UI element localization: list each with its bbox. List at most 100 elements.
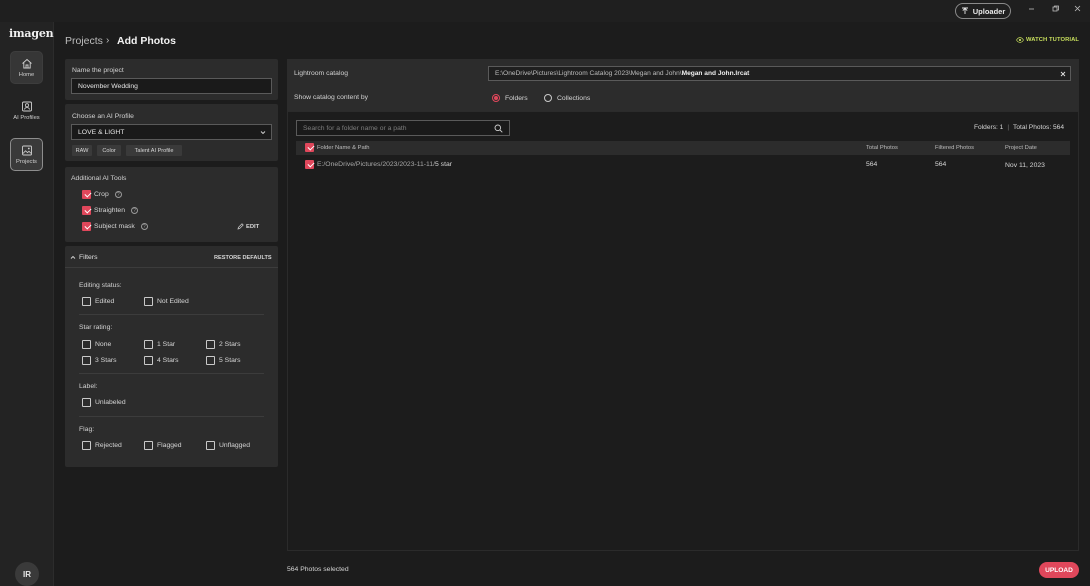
subject-mask-label: Subject mask (94, 223, 135, 230)
star-5-label: 5 Stars (219, 357, 241, 364)
rail-item-ai-profiles-label: AI Profiles (13, 114, 40, 121)
column-project-date[interactable]: Project Date (1005, 145, 1037, 151)
filter-star-4[interactable]: 4 Stars (144, 356, 179, 365)
flag-filter-label: Flag: (79, 426, 95, 433)
unlabeled-label: Unlabeled (95, 399, 126, 406)
filter-flagged[interactable]: Flagged (144, 441, 182, 450)
row-total-photos: 564 (866, 161, 878, 168)
tool-crop[interactable]: Crop ? (82, 190, 122, 199)
close-icon[interactable] (1060, 71, 1066, 77)
watch-tutorial-link[interactable]: WATCH TUTORIAL (1016, 37, 1079, 43)
project-name-input[interactable]: November Wedding (71, 78, 272, 94)
filter-unflagged[interactable]: Unflagged (206, 441, 250, 450)
crop-checkbox[interactable] (82, 190, 91, 199)
catalog-path-field[interactable]: E:\OneDrive\Pictures\Lightroom Catalog 2… (488, 66, 1071, 81)
restore-button[interactable] (1046, 1, 1064, 15)
divider (65, 267, 278, 268)
ai-profile-label: Choose an AI Profile (72, 113, 134, 120)
unflagged-checkbox[interactable] (206, 441, 215, 450)
collections-radio[interactable] (544, 94, 552, 102)
star-5-checkbox[interactable] (206, 356, 215, 365)
flagged-checkbox[interactable] (144, 441, 153, 450)
row-path-name: 5 star (435, 161, 453, 168)
breadcrumb-projects[interactable]: Projects (65, 35, 103, 47)
star-4-checkbox[interactable] (144, 356, 153, 365)
folders-panel (287, 111, 1079, 551)
edit-subject-mask-button[interactable]: EDIT (237, 223, 259, 230)
help-icon[interactable]: ? (130, 207, 138, 214)
project-name-label: Name the project (72, 67, 124, 74)
unlabeled-checkbox[interactable] (82, 398, 91, 407)
star-none-label: None (95, 341, 112, 348)
filters-toggle[interactable]: Filters (70, 254, 98, 261)
uploader-button[interactable]: Uploader (955, 3, 1011, 19)
minimize-icon (1028, 8, 1034, 9)
tool-subject-mask[interactable]: Subject mask ? (82, 222, 148, 231)
filter-star-3[interactable]: 3 Stars (82, 356, 117, 365)
folder-search-input[interactable]: Search for a folder name or a path (296, 120, 510, 136)
folders-radio[interactable] (492, 94, 500, 102)
ai-tools-title: Additional AI Tools (71, 175, 127, 182)
unflagged-label: Unflagged (219, 442, 250, 449)
help-icon[interactable]: ? (140, 223, 148, 230)
filter-not-edited[interactable]: Not Edited (144, 297, 189, 306)
restore-defaults-button[interactable]: RESTORE DEFAULTS (214, 255, 272, 261)
close-button[interactable] (1068, 1, 1086, 15)
watch-tutorial-label: WATCH TUTORIAL (1026, 37, 1080, 43)
subject-mask-checkbox[interactable] (82, 222, 91, 231)
upload-button[interactable]: UPLOAD (1039, 562, 1079, 578)
chip-talent-ai-profile: Talent AI Profile (126, 145, 182, 156)
search-icon[interactable] (494, 124, 503, 133)
folders-count: Folders: 1 (974, 124, 1004, 131)
rail-item-ai-profiles[interactable]: AI Profiles (10, 94, 43, 127)
column-total-photos[interactable]: Total Photos (866, 145, 898, 151)
star-1-checkbox[interactable] (144, 340, 153, 349)
ai-profile-select[interactable]: LOVE & LIGHT (71, 124, 272, 140)
avatar[interactable]: IR (15, 562, 39, 586)
title-bar (0, 0, 1090, 22)
row-checkbox[interactable] (305, 160, 314, 169)
straighten-checkbox[interactable] (82, 206, 91, 215)
editing-status-label: Editing status: (79, 282, 122, 289)
chip-color: Color (97, 145, 121, 156)
column-folder-name[interactable]: Folder Name & Path (317, 145, 370, 151)
radio-folders[interactable]: Folders (492, 94, 528, 102)
total-photos-count: Total Photos: 564 (1013, 124, 1064, 131)
chip-raw: RAW (72, 145, 92, 156)
star-2-checkbox[interactable] (206, 340, 215, 349)
breadcrumb-separator: › (106, 35, 110, 46)
tool-straighten[interactable]: Straighten ? (82, 206, 138, 215)
pencil-icon (237, 223, 244, 230)
catalog-path-file: Megan and John.lrcat (681, 70, 750, 77)
restore-icon (1052, 5, 1059, 11)
divider (79, 314, 264, 315)
filter-star-2[interactable]: 2 Stars (206, 340, 241, 349)
not-edited-checkbox[interactable] (144, 297, 153, 306)
close-icon (1074, 5, 1080, 11)
filter-rejected[interactable]: Rejected (82, 441, 122, 450)
label-filter-label: Label: (79, 383, 98, 390)
filter-star-1[interactable]: 1 Star (144, 340, 175, 349)
star-3-checkbox[interactable] (82, 356, 91, 365)
rail-item-projects[interactable]: Projects (10, 138, 43, 171)
rail-item-home[interactable]: Home (10, 51, 43, 84)
edit-label: EDIT (246, 223, 260, 230)
edited-checkbox[interactable] (82, 297, 91, 306)
divider (79, 416, 264, 417)
filter-star-5[interactable]: 5 Stars (206, 356, 241, 365)
flagged-label: Flagged (157, 442, 182, 449)
ai-profiles-icon (21, 101, 32, 111)
minimize-button[interactable] (1022, 1, 1040, 15)
row-path-prefix: E:/OneDrive/Pictures/2023/2023-11-11/ (317, 161, 436, 168)
rejected-checkbox[interactable] (82, 441, 91, 450)
filter-star-none[interactable]: None (82, 340, 111, 349)
star-none-checkbox[interactable] (82, 340, 91, 349)
select-all-checkbox[interactable] (305, 143, 314, 152)
column-filtered-photos[interactable]: Filtered Photos (935, 145, 974, 151)
help-icon[interactable]: ? (114, 191, 122, 198)
filter-edited[interactable]: Edited (82, 297, 114, 306)
radio-collections[interactable]: Collections (544, 94, 590, 102)
upload-arrow-icon (961, 7, 968, 14)
filter-unlabeled[interactable]: Unlabeled (82, 398, 126, 407)
photos-selected-text: 564 Photos selected (287, 566, 349, 573)
